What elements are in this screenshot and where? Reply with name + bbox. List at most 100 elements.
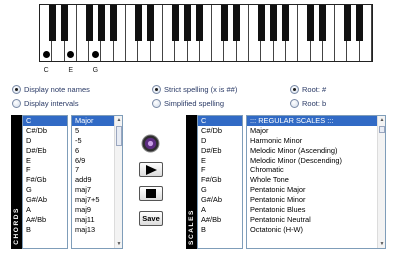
display-intervals-option[interactable]: Display intervals <box>12 97 79 109</box>
radio-selected-icon[interactable] <box>12 84 21 94</box>
chord-root-item[interactable]: F <box>23 165 67 175</box>
black-key[interactable] <box>257 5 265 41</box>
chord-root-item[interactable]: D <box>23 136 67 146</box>
chord-root-item[interactable]: E <box>23 156 67 166</box>
black-key[interactable] <box>356 5 364 41</box>
black-key[interactable] <box>98 5 105 41</box>
chords-tab-label: CHORDS <box>13 207 20 245</box>
chord-root-item[interactable]: G#/Ab <box>23 195 67 205</box>
black-key[interactable] <box>196 5 204 41</box>
scroll-up-icon[interactable]: ▲ <box>378 116 385 124</box>
scale-root-item[interactable]: F#/Gb <box>198 175 242 185</box>
scale-root-list[interactable]: C C#/Db D D#/Eb E F F#/Gb G G#/Ab A A#/Bb B <box>197 115 243 249</box>
scale-type-item[interactable]: ::: REGULAR SCALES ::: <box>247 116 385 126</box>
black-key[interactable] <box>48 5 56 41</box>
stop-icon <box>146 189 156 198</box>
scale-type-item[interactable]: Octatonic (H-W) <box>247 225 385 235</box>
save-button[interactable]: Save <box>139 211 163 226</box>
black-key[interactable] <box>270 5 278 41</box>
display-intervals-label: Display intervals <box>24 98 79 108</box>
radio-unselected-icon[interactable] <box>12 98 21 108</box>
scale-type-item[interactable]: Pentatonic Blues <box>247 205 385 215</box>
scale-type-item[interactable]: Melodic Minor (Ascending) <box>247 146 385 156</box>
black-key[interactable] <box>147 5 155 41</box>
note-label: E <box>68 67 74 74</box>
black-key[interactable] <box>233 5 241 41</box>
radio-unselected-icon[interactable] <box>152 98 161 108</box>
chord-root-item[interactable]: F#/Gb <box>23 175 67 185</box>
chord-root-item[interactable]: B <box>23 225 67 235</box>
scale-root-item[interactable]: C#/Db <box>198 126 242 136</box>
chord-root-item[interactable]: G <box>23 185 67 195</box>
chord-root-item[interactable]: A <box>23 205 67 215</box>
save-button-label: Save <box>142 214 160 223</box>
play-button[interactable] <box>139 162 163 177</box>
root-sharp-label: Root: # <box>302 84 327 94</box>
chord-root-item[interactable]: D#/Eb <box>23 146 67 156</box>
scale-root-item[interactable]: A#/Bb <box>198 215 242 225</box>
scale-type-item[interactable]: Chromatic <box>247 165 385 175</box>
chords-tab: CHORDS <box>11 115 22 249</box>
strict-spelling-label: Strict spelling (x is ##) <box>164 84 238 94</box>
scales-tab-label: SCALES <box>188 209 195 245</box>
chord-type-scrollbar[interactable]: ▲ ▼ <box>114 116 122 248</box>
root-sharp-option[interactable]: Root: # <box>290 83 326 95</box>
scroll-down-icon[interactable]: ▼ <box>115 240 122 248</box>
note-marker <box>91 51 99 58</box>
root-flat-label: Root: b <box>302 98 327 108</box>
black-key[interactable] <box>110 5 118 41</box>
scale-root-item[interactable]: G#/Ab <box>198 195 242 205</box>
scale-root-item[interactable]: A <box>198 205 242 215</box>
black-key[interactable] <box>221 5 228 41</box>
black-key[interactable] <box>61 5 69 41</box>
scale-type-item[interactable]: Melodic Minor (Descending) <box>247 156 385 166</box>
scale-root-item[interactable]: D#/Eb <box>198 146 242 156</box>
black-key[interactable] <box>134 5 142 41</box>
root-flat-option[interactable]: Root: b <box>290 97 326 109</box>
black-key[interactable] <box>307 5 314 41</box>
scale-type-item[interactable]: Major <box>247 126 385 136</box>
note-marker <box>42 51 50 58</box>
black-key[interactable] <box>171 5 179 41</box>
black-key[interactable] <box>343 5 351 41</box>
scale-type-item[interactable]: Whole Tone <box>247 175 385 185</box>
scroll-thumb[interactable] <box>379 126 385 133</box>
simplified-spelling-option[interactable]: Simplified spelling <box>152 97 224 109</box>
scale-root-item[interactable]: F <box>198 165 242 175</box>
scale-type-scrollbar[interactable]: ▲ ▼ <box>377 116 385 248</box>
note-label: G <box>92 67 99 74</box>
play-icon <box>146 164 157 175</box>
chord-root-list[interactable]: C C#/Db D D#/Eb E F F#/Gb G G#/Ab A A#/Bb B <box>22 115 68 249</box>
piano-keyboard[interactable] <box>39 4 373 62</box>
scale-root-item[interactable]: C <box>198 116 242 126</box>
chord-type-list[interactable]: Major 5 -5 6 6/9 7 add9 maj7 maj7+5 maj9 maj11 maj1… <box>71 115 123 249</box>
scroll-thumb[interactable] <box>116 126 122 146</box>
radio-selected-icon[interactable] <box>290 84 299 94</box>
strict-spelling-option[interactable]: Strict spelling (x is ##) <box>152 83 237 95</box>
scale-type-item[interactable]: Pentatonic Major <box>247 185 385 195</box>
scale-type-item[interactable]: Pentatonic Minor <box>247 195 385 205</box>
chord-root-item[interactable]: A#/Bb <box>23 215 67 225</box>
chord-root-item[interactable]: C <box>23 116 67 126</box>
scale-type-item[interactable]: Pentatonic Neutral <box>247 215 385 225</box>
black-key[interactable] <box>85 5 93 41</box>
black-key[interactable] <box>184 5 191 41</box>
simplified-spelling-label: Simplified spelling <box>164 98 225 108</box>
scroll-down-icon[interactable]: ▼ <box>378 240 385 248</box>
scale-root-item[interactable]: D <box>198 136 242 146</box>
scale-root-item[interactable]: G <box>198 185 242 195</box>
scale-type-item[interactable]: Harmonic Minor <box>247 136 385 146</box>
chord-root-item[interactable]: C#/Db <box>23 126 67 136</box>
stop-button[interactable] <box>139 186 163 201</box>
scale-root-item[interactable]: E <box>198 156 242 166</box>
black-key[interactable] <box>319 5 327 41</box>
scale-root-item[interactable]: B <box>198 225 242 235</box>
scale-type-list[interactable]: ::: REGULAR SCALES ::: Major Harmonic Mino… <box>246 115 386 249</box>
display-note-names-option[interactable]: Display note names <box>12 83 90 95</box>
radio-unselected-icon[interactable] <box>290 98 299 108</box>
radio-selected-icon[interactable] <box>152 84 161 94</box>
speaker-icon[interactable] <box>141 134 160 153</box>
black-key[interactable] <box>282 5 290 41</box>
display-note-names-label: Display note names <box>24 84 90 94</box>
scroll-up-icon[interactable]: ▲ <box>115 116 122 124</box>
